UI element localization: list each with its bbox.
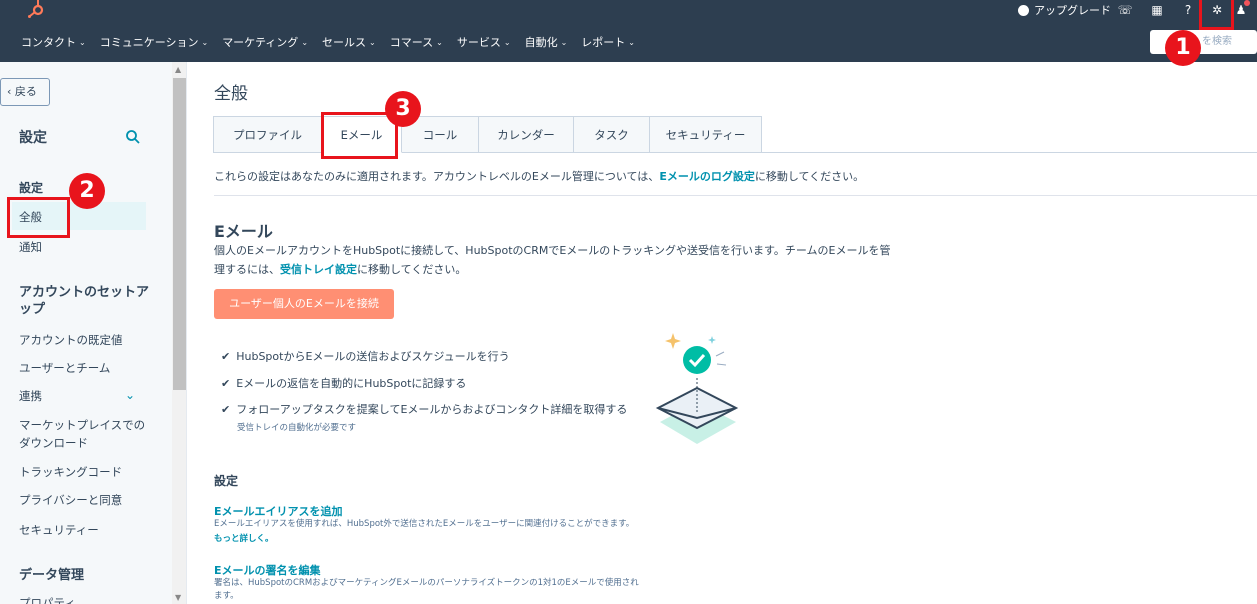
tab-calendar[interactable]: カレンダー bbox=[479, 116, 574, 153]
sidebar-item-notifications[interactable]: 通知 bbox=[19, 239, 42, 255]
email-section-description: 個人のEメールアカウントをHubSpotに接続して、HubSpotのCRMでEメ… bbox=[214, 241, 894, 279]
email-section-heading: Eメール bbox=[214, 222, 273, 241]
upgrade-arrow-icon bbox=[1018, 4, 1029, 16]
sidebar-section-data-management: データ管理 bbox=[19, 568, 85, 583]
nav-label: コミュニケーション bbox=[99, 36, 199, 49]
sidebar-item-properties[interactable]: プロパティ bbox=[19, 595, 76, 604]
chevron-down-icon[interactable]: ⌄ bbox=[125, 388, 135, 402]
email-alias-description: Eメールエイリアスを使用すれば、HubSpot外で送信されたEメールをユーザーに… bbox=[214, 519, 635, 529]
inbox-settings-link[interactable]: 受信トレイ設定 bbox=[280, 263, 357, 276]
nav-label: マーケティング bbox=[222, 36, 299, 49]
nav-automation[interactable]: 自動化 ⌄ bbox=[525, 34, 568, 50]
hubspot-logo-icon[interactable] bbox=[26, 0, 48, 18]
nav-conversations[interactable]: コミュニケーション ⌄ bbox=[100, 34, 208, 50]
chevron-down-icon: ⌄ bbox=[301, 37, 309, 47]
feature-requirement-note: 受信トレイの自動化が必要です bbox=[237, 423, 357, 433]
annotation-box-settings bbox=[1199, 0, 1234, 30]
chevron-down-icon: ⌄ bbox=[369, 37, 376, 47]
email-signature-description: 署名は、HubSpotのCRMおよびマーケティングEメールのパーソナライズトーク… bbox=[214, 578, 639, 588]
nav-commerce[interactable]: コマース ⌄ bbox=[390, 34, 443, 50]
settings-sidebar: ‹ 戻る 設定 設定 全般 通知 アカウントのセットアップ アカウントの既定値 … bbox=[0, 62, 172, 604]
sidebar-item-account-defaults[interactable]: アカウントの既定値 bbox=[19, 332, 123, 348]
edit-email-signature-link[interactable]: Eメールの署名を編集 bbox=[214, 562, 321, 578]
nav-sales[interactable]: セールス ⌄ bbox=[322, 34, 376, 50]
page-title: 全般 bbox=[214, 84, 248, 104]
learn-more-link[interactable]: もっと詳しく。 bbox=[214, 532, 274, 544]
sidebar-section-account-setup: アカウントのセットアップ bbox=[19, 285, 150, 317]
back-button[interactable]: ‹ 戻る bbox=[0, 78, 50, 106]
email-envelope-illustration-icon bbox=[655, 333, 739, 444]
checkmark-icon: ✔ bbox=[221, 376, 231, 390]
nav-label: 自動化 bbox=[524, 36, 558, 49]
scrollbar-thumb[interactable] bbox=[173, 78, 186, 390]
sidebar-item-marketplace-downloads[interactable]: マーケットプレイスでのダウンロード bbox=[19, 416, 147, 452]
feature-item: ✔ Eメールの返信を自動的にHubSpotに記録する bbox=[221, 375, 466, 391]
sidebar-section-settings: 設定 bbox=[19, 181, 44, 195]
feature-text: HubSpotからEメールの送信およびスケジュールを行う bbox=[236, 350, 510, 363]
tab-tasks[interactable]: タスク bbox=[574, 116, 650, 153]
feature-text: フォローアップタスクを提案してEメールからおよびコンタクト詳細を取得する bbox=[236, 403, 628, 416]
nav-label: レポート bbox=[581, 36, 626, 49]
connect-personal-email-button[interactable]: ユーザー個人のEメールを接続 bbox=[214, 289, 394, 319]
settings-notice: これらの設定はあなたのみに適用されます。アカウントレベルのEメール管理については… bbox=[214, 168, 864, 184]
nav-label: セールス bbox=[322, 36, 367, 49]
notice-text-end: に移動してください。 bbox=[754, 170, 865, 183]
calling-icon[interactable]: ☏ bbox=[1117, 2, 1133, 18]
sidebar-scrollbar[interactable]: ▲ ▼ bbox=[172, 62, 187, 604]
chevron-down-icon: ⌄ bbox=[201, 37, 209, 47]
tab-profile[interactable]: プロファイル bbox=[213, 116, 322, 153]
help-icon[interactable]: ? bbox=[1180, 2, 1196, 18]
nav-contacts[interactable]: コンタクト ⌄ bbox=[21, 34, 86, 50]
chevron-down-icon: ⌄ bbox=[436, 37, 443, 47]
scroll-up-icon[interactable]: ▲ bbox=[175, 65, 181, 74]
settings-tabs: プロファイル Eメール コール カレンダー タスク セキュリティー bbox=[213, 116, 762, 153]
annotation-box-email-tab bbox=[321, 112, 398, 159]
sidebar-title: 設定 bbox=[19, 130, 47, 146]
sidebar-item-users-teams[interactable]: ユーザーとチーム bbox=[19, 360, 110, 376]
chevron-down-icon: ⌄ bbox=[79, 37, 86, 47]
annotation-box-general bbox=[7, 197, 70, 238]
description-text-end: に移動してください。 bbox=[357, 263, 467, 276]
nav-label: コマース bbox=[389, 36, 434, 49]
checkmark-icon: ✔ bbox=[221, 349, 231, 363]
sidebar-item-integrations[interactable]: 連携 bbox=[19, 388, 42, 404]
chevron-down-icon: ⌄ bbox=[628, 37, 635, 47]
sidebar-item-security[interactable]: セキュリティー bbox=[19, 522, 99, 538]
upgrade-label: アップグレード bbox=[1034, 4, 1111, 17]
annotation-badge-1: 1 bbox=[1165, 30, 1201, 66]
feature-item: ✔ フォローアップタスクを提案してEメールからおよびコンタクト詳細を取得する bbox=[221, 401, 627, 417]
back-label: 戻る bbox=[14, 85, 37, 98]
notice-text: これらの設定はあなたのみに適用されます。アカウントレベルのEメール管理については… bbox=[214, 170, 660, 183]
tab-security[interactable]: セキュリティー bbox=[650, 116, 762, 153]
top-navigation-bar: アップグレード ☏ ▦ ? ✲ ♟ コンタクト ⌄ コミュニケーション ⌄ マーケテ… bbox=[0, 0, 1257, 62]
marketplace-icon[interactable]: ▦ bbox=[1149, 2, 1165, 18]
scroll-down-icon[interactable]: ▼ bbox=[175, 593, 181, 602]
nav-marketing[interactable]: マーケティング ⌄ bbox=[222, 34, 308, 50]
checkmark-icon: ✔ bbox=[221, 402, 231, 416]
sidebar-item-privacy-consent[interactable]: プライバシーと同意 bbox=[19, 492, 122, 508]
nav-service[interactable]: サービス ⌄ bbox=[457, 34, 511, 50]
divider bbox=[214, 195, 1257, 196]
nav-label: コンタクト bbox=[21, 36, 76, 49]
email-log-settings-link[interactable]: Eメールのログ設定 bbox=[659, 170, 755, 183]
tabs-baseline bbox=[762, 152, 1257, 153]
add-email-alias-link[interactable]: Eメールエイリアスを追加 bbox=[214, 503, 343, 519]
feature-item: ✔ HubSpotからEメールの送信およびスケジュールを行う bbox=[221, 348, 510, 364]
annotation-badge-2: 2 bbox=[69, 173, 105, 209]
annotation-badge-3: 3 bbox=[385, 91, 421, 127]
upgrade-button[interactable]: アップグレード bbox=[1018, 3, 1111, 17]
sidebar-item-tracking-code[interactable]: トラッキングコード bbox=[19, 464, 122, 480]
main-nav: コンタクト ⌄ コミュニケーション ⌄ マーケティング ⌄ セールス ⌄ コマース ⌄ サ… bbox=[21, 34, 649, 50]
nav-label: サービス bbox=[456, 36, 501, 49]
chevron-left-icon: ‹ bbox=[7, 85, 15, 98]
nav-reports[interactable]: レポート ⌄ bbox=[581, 34, 635, 50]
feature-text: Eメールの返信を自動的にHubSpotに記録する bbox=[236, 377, 467, 390]
settings-subheading: 設定 bbox=[214, 474, 239, 488]
chevron-down-icon: ⌄ bbox=[560, 37, 568, 47]
search-icon[interactable] bbox=[125, 129, 141, 145]
email-signature-description-cont: ます。 bbox=[214, 591, 239, 601]
notification-badge bbox=[1244, 0, 1250, 6]
chevron-down-icon: ⌄ bbox=[503, 37, 511, 47]
